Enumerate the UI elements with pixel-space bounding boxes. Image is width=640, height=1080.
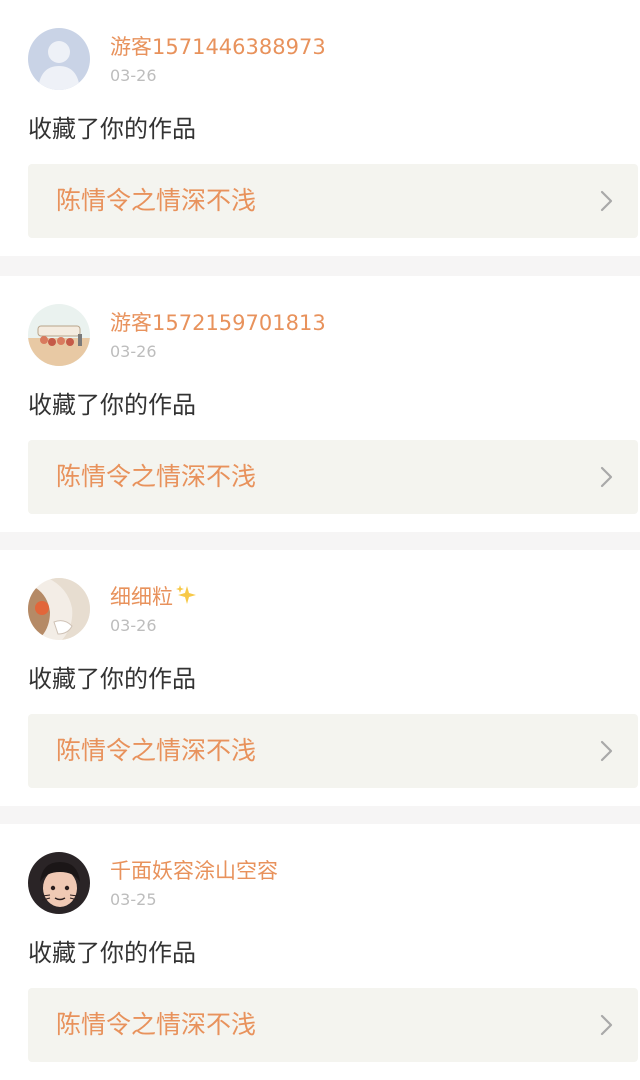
timestamp: 03-26 <box>110 616 157 635</box>
timestamp: 03-25 <box>110 890 157 909</box>
work-link[interactable]: 陈情令之情深不浅 <box>28 714 638 788</box>
notification-card: 游客1572159701813 03-26 收藏了你的作品 陈情令之情深不浅 <box>0 276 640 532</box>
notification-card: 千面妖容涂山空容 03-25 收藏了你的作品 陈情令之情深不浅 <box>0 824 640 1080</box>
notification-feed: 游客1571446388973 03-26 收藏了你的作品 陈情令之情深不浅 游… <box>0 0 640 1080</box>
action-text: 收藏了你的作品 <box>28 391 196 419</box>
username[interactable]: 细细粒 <box>110 583 197 611</box>
username[interactable]: 游客1572159701813 <box>110 309 326 337</box>
work-link[interactable]: 陈情令之情深不浅 <box>28 988 638 1062</box>
chevron-right-icon <box>600 466 613 488</box>
child-photo-avatar-icon <box>28 852 90 914</box>
avatar[interactable] <box>28 578 90 640</box>
avatar[interactable] <box>28 852 90 914</box>
username-text: 细细粒 <box>110 585 173 609</box>
cartoon-scene-avatar-icon <box>28 304 90 366</box>
default-person-avatar-icon <box>28 28 90 90</box>
work-title: 陈情令之情深不浅 <box>56 462 257 491</box>
action-text: 收藏了你的作品 <box>28 939 196 967</box>
chevron-right-icon <box>600 190 613 212</box>
sparkles-icon <box>176 585 196 604</box>
anime-girl-avatar-icon <box>28 578 90 640</box>
notification-card: 细细粒 03-26 收藏了你的作品 陈情令之情深不浅 <box>0 550 640 806</box>
username[interactable]: 千面妖容涂山空容 <box>110 857 278 885</box>
work-title: 陈情令之情深不浅 <box>56 1010 257 1039</box>
work-link[interactable]: 陈情令之情深不浅 <box>28 440 638 514</box>
notification-card: 游客1571446388973 03-26 收藏了你的作品 陈情令之情深不浅 <box>0 0 640 256</box>
action-text: 收藏了你的作品 <box>28 665 196 693</box>
avatar[interactable] <box>28 28 90 90</box>
work-title: 陈情令之情深不浅 <box>56 186 257 215</box>
action-text: 收藏了你的作品 <box>28 115 196 143</box>
work-title: 陈情令之情深不浅 <box>56 736 257 765</box>
username[interactable]: 游客1571446388973 <box>110 33 326 61</box>
timestamp: 03-26 <box>110 342 157 361</box>
avatar[interactable] <box>28 304 90 366</box>
timestamp: 03-26 <box>110 66 157 85</box>
chevron-right-icon <box>600 740 613 762</box>
chevron-right-icon <box>600 1014 613 1036</box>
work-link[interactable]: 陈情令之情深不浅 <box>28 164 638 238</box>
